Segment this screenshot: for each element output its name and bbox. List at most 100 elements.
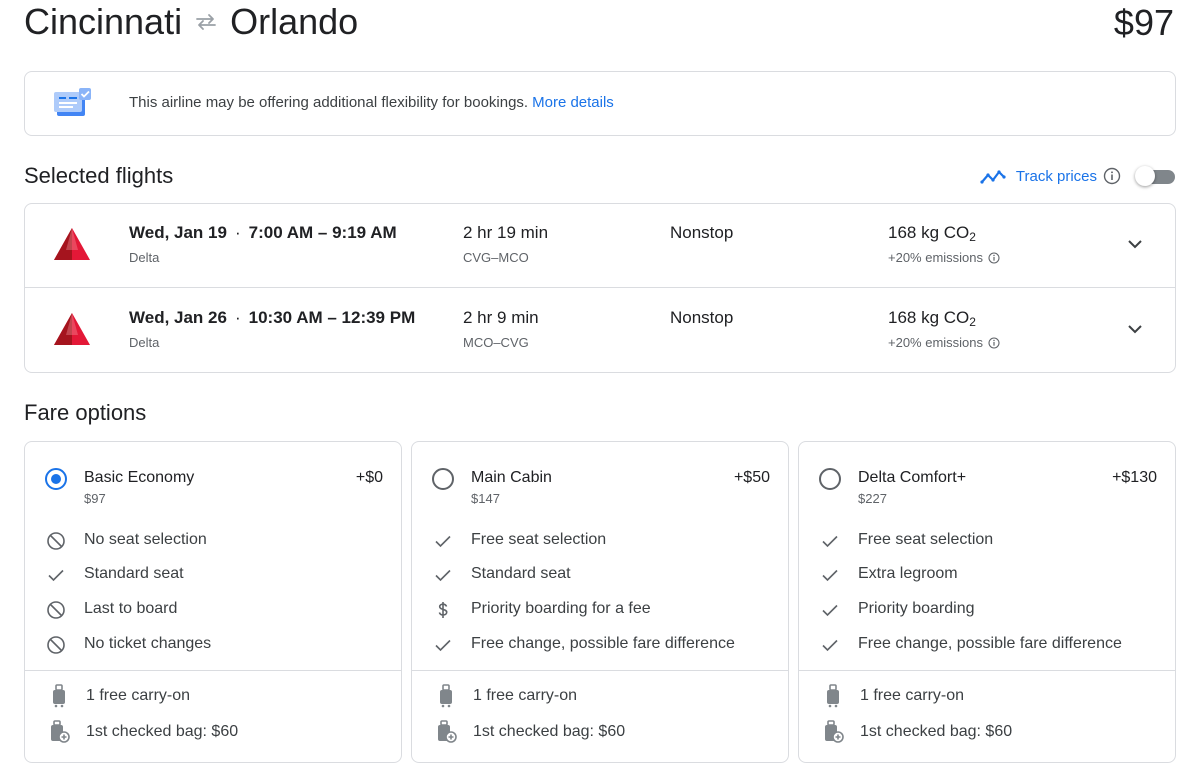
flight-date: Wed, Jan 26 — [129, 308, 227, 327]
baggage-text: 1st checked bag: $60 — [860, 723, 1013, 740]
divider — [412, 670, 788, 671]
no-icon — [46, 635, 66, 655]
fare-feature: Free change, possible fare difference — [412, 633, 788, 657]
fare-feature-text: Standard seat — [84, 565, 184, 582]
baggage-text: 1 free carry-on — [860, 687, 965, 704]
fare-price: $97 — [84, 491, 106, 506]
co2-estimate: 168 kg CO2 — [888, 308, 976, 329]
co2-subscript: 2 — [969, 230, 976, 244]
fare-feature-text: No ticket changes — [84, 635, 212, 652]
fare-feature: No seat selection — [25, 529, 401, 553]
flight-times: Wed, Jan 26 · 10:30 AM – 12:39 PM — [129, 308, 415, 328]
fare-radio[interactable] — [432, 468, 454, 490]
flight-time-range: 7:00 AM – 9:19 AM — [248, 223, 397, 242]
airport-codes: MCO–CVG — [463, 335, 529, 350]
track-prices-toggle[interactable] — [1135, 166, 1175, 186]
fare-name: Delta Comfort+ — [858, 469, 967, 486]
fare-feature-text: Extra legroom — [858, 565, 958, 582]
flexibility-notice: This airline may be offering additional … — [24, 71, 1176, 136]
fare-feature: Standard seat — [25, 563, 401, 587]
airline-name: Delta — [129, 335, 160, 350]
chevron-down-icon[interactable] — [1125, 234, 1145, 259]
dollar-icon — [433, 600, 453, 620]
check-icon — [46, 565, 66, 585]
track-prices[interactable]: Track prices — [980, 164, 1175, 188]
flight-date: Wed, Jan 19 — [129, 223, 227, 242]
fare-feature-text: Free seat selection — [471, 531, 607, 548]
flight-stops: Nonstop — [670, 223, 734, 242]
fare-card-delta-comfort[interactable]: Delta Comfort+ $227 +$130 Free seat sele… — [798, 441, 1176, 763]
co2-subscript: 2 — [969, 315, 976, 329]
co2-value: 168 kg CO — [888, 223, 970, 242]
emissions-text: +20% emissions — [888, 250, 984, 265]
fare-price-difference: +$130 — [1112, 469, 1157, 486]
fare-options-heading: Fare options — [24, 400, 147, 425]
flight-duration: 2 hr 9 min — [463, 308, 539, 327]
total-price: $97 — [1113, 2, 1174, 43]
selected-flights-heading: Selected flights — [24, 163, 174, 188]
selected-flights-list: Wed, Jan 19 · 7:00 AM – 9:19 AM Delta 2 hr… — [24, 203, 1176, 373]
check-icon — [820, 565, 840, 585]
track-prices-label[interactable]: Track prices — [1016, 168, 1097, 185]
info-icon[interactable] — [988, 336, 1000, 349]
co2-estimate: 168 kg CO2 — [888, 223, 976, 244]
delta-logo-icon — [52, 226, 92, 267]
destination-city: Orlando — [230, 1, 359, 42]
fare-radio-selected[interactable] — [45, 468, 67, 490]
fare-feature: No ticket changes — [25, 633, 401, 657]
fare-feature-text: Priority boarding for a fee — [471, 600, 651, 617]
trend-line-icon — [980, 166, 1008, 186]
info-icon[interactable] — [1103, 167, 1121, 185]
check-icon — [820, 635, 840, 655]
fare-feature: Standard seat — [412, 563, 788, 587]
airport-codes: CVG–MCO — [463, 250, 529, 265]
flight-time-range: 10:30 AM – 12:39 PM — [248, 308, 416, 327]
delta-logo-icon — [52, 311, 92, 352]
ticket-check-icon — [53, 88, 93, 125]
swap-arrows-icon — [194, 12, 218, 32]
separator-dot: · — [234, 308, 241, 327]
fare-feature-text: Standard seat — [471, 565, 571, 582]
baggage-item: 1 free carry-on — [799, 683, 1175, 709]
carry-on-bag-icon — [436, 684, 456, 713]
fare-card-main-cabin[interactable]: Main Cabin $147 +$50 Free seat selection… — [411, 441, 789, 763]
fare-price: $227 — [858, 491, 887, 506]
checked-bag-icon — [436, 720, 458, 749]
route-title: Cincinnati Orlando — [24, 1, 359, 42]
more-details-link[interactable]: More details — [532, 94, 614, 111]
flight-duration: 2 hr 19 min — [463, 223, 549, 242]
carry-on-bag-icon — [49, 684, 69, 713]
fare-radio[interactable] — [819, 468, 841, 490]
co2-value: 168 kg CO — [888, 308, 970, 327]
fare-card-basic-economy[interactable]: Basic Economy $97 +$0 No seat selection … — [24, 441, 402, 763]
fare-price: $147 — [471, 491, 500, 506]
fare-feature: Priority boarding — [799, 598, 1175, 622]
check-icon — [433, 635, 453, 655]
fare-feature: Extra legroom — [799, 563, 1175, 587]
checked-bag-icon — [823, 720, 845, 749]
flight-stops: Nonstop — [670, 308, 734, 327]
divider — [25, 670, 401, 671]
emissions-text: +20% emissions — [888, 335, 984, 350]
check-icon — [820, 531, 840, 551]
emissions-note: +20% emissions — [888, 250, 1000, 265]
check-icon — [433, 531, 453, 551]
chevron-down-icon[interactable] — [1125, 319, 1145, 344]
info-icon[interactable] — [988, 251, 1000, 264]
baggage-item: 1st checked bag: $60 — [412, 719, 788, 745]
fare-feature: Free change, possible fare difference — [799, 633, 1175, 657]
flight-row[interactable]: Wed, Jan 19 · 7:00 AM – 9:19 AM Delta 2 hr… — [25, 204, 1175, 288]
flight-row[interactable]: Wed, Jan 26 · 10:30 AM – 12:39 PM Delta 2 … — [25, 289, 1175, 373]
fare-feature-text: Last to board — [84, 600, 178, 617]
divider — [799, 670, 1175, 671]
fare-feature: Priority boarding for a fee — [412, 598, 788, 622]
fare-feature-text: No seat selection — [84, 531, 207, 548]
notice-message: This airline may be offering additional … — [129, 94, 529, 111]
fare-price-difference: +$0 — [355, 469, 383, 486]
airline-name: Delta — [129, 250, 160, 265]
fare-feature-text: Free change, possible fare difference — [858, 635, 1122, 652]
checked-bag-icon — [49, 720, 71, 749]
no-icon — [46, 531, 66, 551]
baggage-text: 1 free carry-on — [86, 687, 191, 704]
flight-times: Wed, Jan 19 · 7:00 AM – 9:19 AM — [129, 223, 397, 243]
